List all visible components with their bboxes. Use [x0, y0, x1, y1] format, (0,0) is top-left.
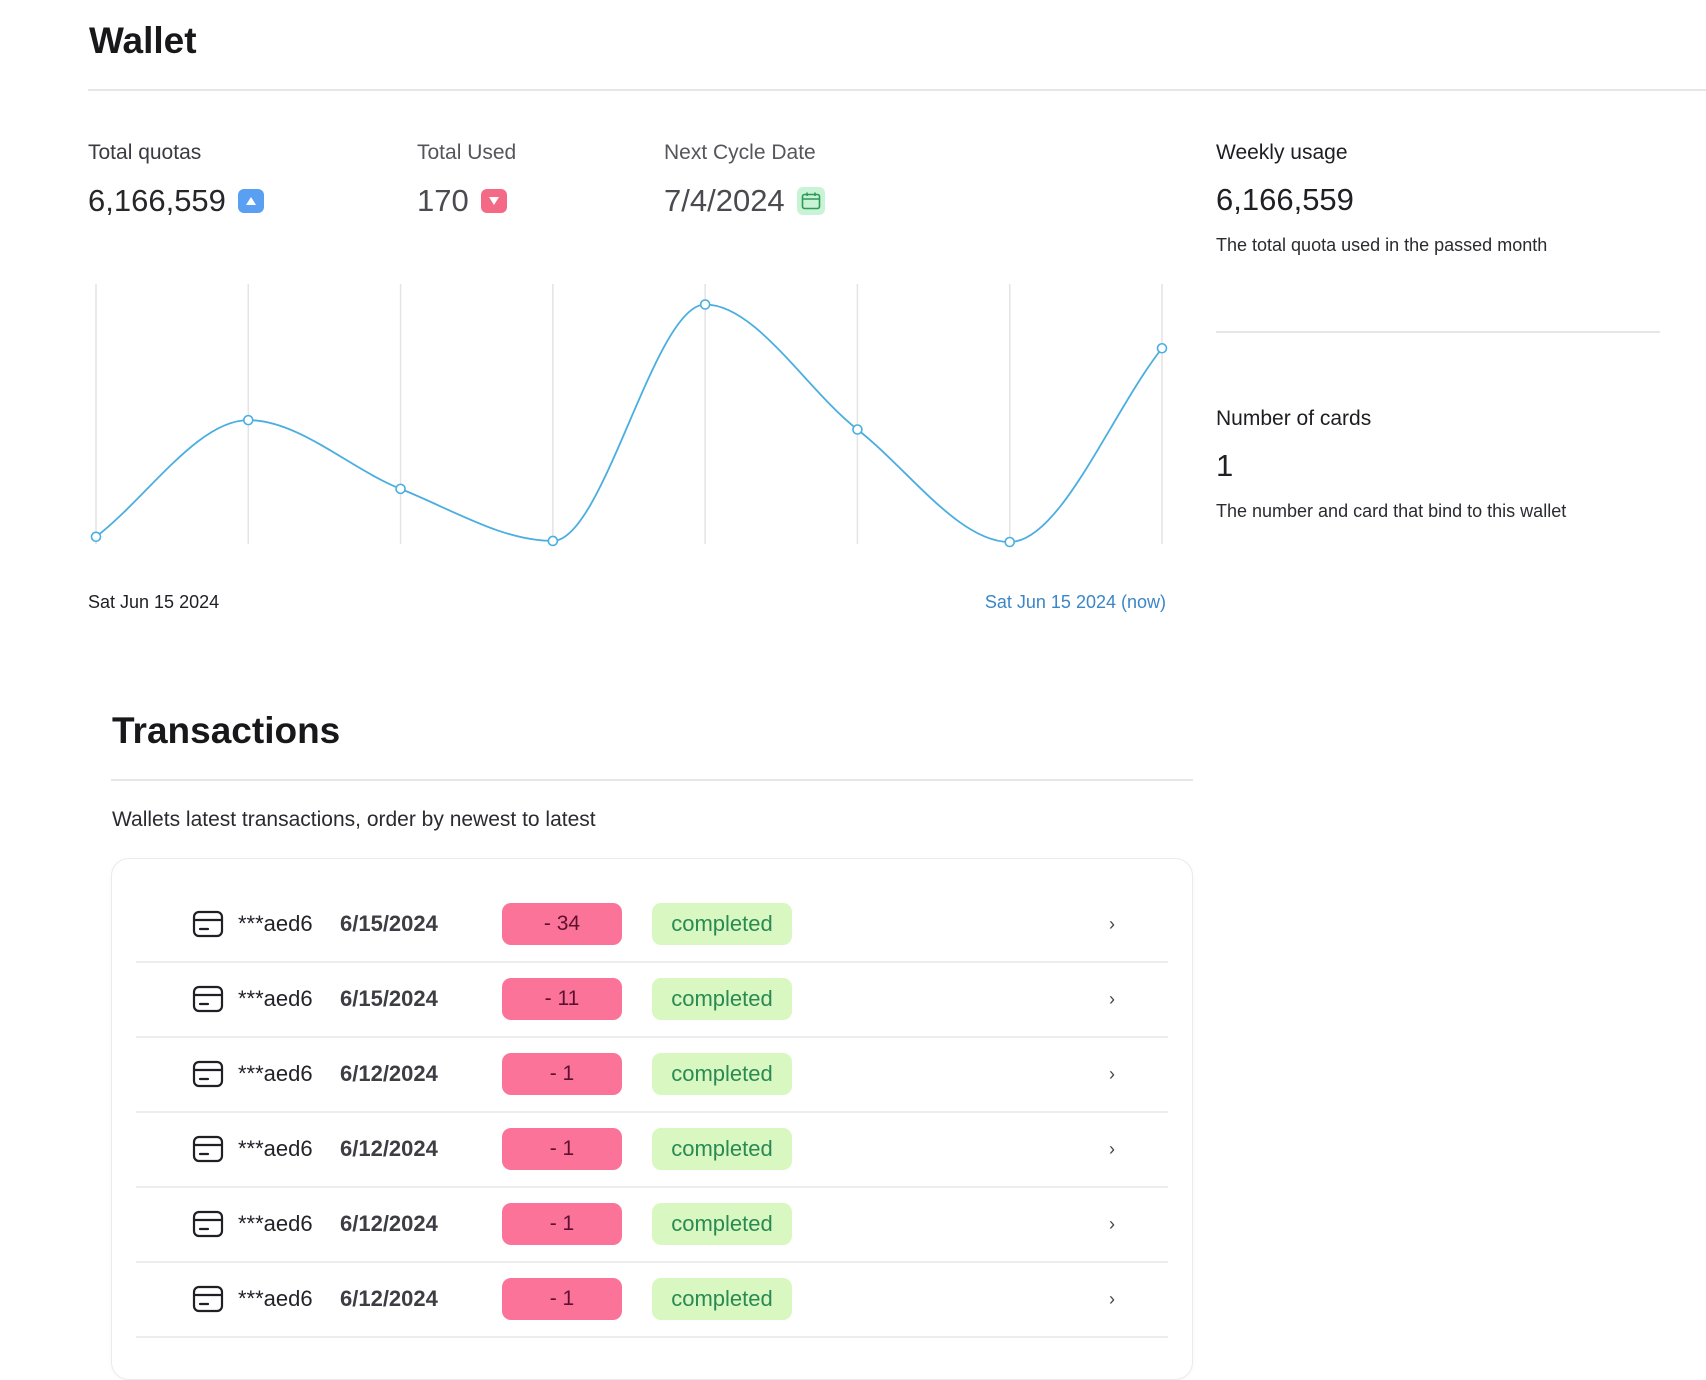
stat-next-cycle-date: Next Cycle Date 7/4/2024: [664, 141, 825, 219]
cards-count-description: The number and card that bind to this wa…: [1216, 501, 1567, 521]
stat-total-quotas: Total quotas 6,166,559: [88, 141, 264, 219]
transaction-date: 6/12/2024: [340, 1061, 438, 1086]
amount-badge: - 34: [502, 903, 622, 945]
cards-count-label: Number of cards: [1216, 407, 1372, 430]
chart-point: [852, 424, 863, 435]
credit-card-icon: [192, 910, 224, 938]
stat-value: 7/4/2024: [664, 183, 785, 218]
stat-value: 6,166,559: [88, 183, 226, 218]
stat-total-used: Total Used 170: [417, 141, 516, 219]
transaction-date: 6/12/2024: [340, 1286, 438, 1311]
weekly-usage-panel: Weekly usage 6,166,559 The total quota u…: [1216, 141, 1547, 256]
title-divider: [88, 89, 1706, 91]
weekly-usage-value: 6,166,559: [1216, 182, 1354, 217]
status-badge: completed: [652, 903, 792, 945]
chevron-right-icon[interactable]: ›: [1102, 1139, 1122, 1159]
chart-point: [242, 414, 254, 426]
amount-badge: - 1: [502, 1053, 622, 1095]
stat-label: Total Used: [417, 141, 517, 164]
amount-badge: - 1: [502, 1203, 622, 1245]
weekly-usage-description: The total quota used in the passed month: [1216, 235, 1548, 255]
cards-count-value: 1: [1216, 448, 1234, 483]
usage-chart: Sat Jun 15 2024 Sat Jun 15 2024 (now): [88, 284, 1168, 612]
status-badge: completed: [652, 1203, 792, 1245]
chart-x-end-label: Sat Jun 15 2024 (now): [985, 592, 1166, 612]
transactions-title: Transactions: [112, 710, 341, 751]
chevron-right-icon[interactable]: ›: [1102, 1289, 1122, 1309]
calendar-icon: [796, 187, 825, 215]
amount-badge: - 1: [502, 1278, 622, 1320]
stat-label: Total quotas: [88, 141, 202, 164]
status-badge: completed: [652, 978, 792, 1020]
transaction-row[interactable]: ***aed6 6/15/2024 - 11 completed ›: [136, 962, 1168, 1038]
card-number: ***aed6: [238, 1061, 313, 1086]
chart-point: [547, 535, 559, 547]
transaction-row[interactable]: ***aed6 6/12/2024 - 1 completed ›: [136, 1112, 1168, 1188]
transactions-subtitle: Wallets latest transactions, order by ne…: [112, 808, 596, 831]
chevron-right-icon[interactable]: ›: [1102, 1064, 1122, 1084]
cards-count-panel: Number of cards 1 The number and card th…: [1216, 407, 1566, 522]
weekly-usage-label: Weekly usage: [1216, 141, 1348, 164]
credit-card-icon: [192, 1135, 224, 1163]
transaction-date: 6/12/2024: [340, 1136, 438, 1161]
chart-x-start-label: Sat Jun 15 2024: [88, 592, 219, 612]
chart-series-line: [95, 303, 1163, 543]
card-number: ***aed6: [238, 1286, 313, 1311]
stat-value-row: 7/4/2024: [664, 183, 825, 219]
card-number: ***aed6: [238, 1136, 313, 1161]
credit-card-icon: [192, 1060, 224, 1088]
transactions-divider: [111, 779, 1193, 781]
chart-point: [1156, 342, 1168, 354]
card-number: ***aed6: [238, 1211, 313, 1236]
caret-up-icon: [237, 189, 264, 213]
chart-point: [699, 299, 711, 310]
stat-value-row: 170: [417, 183, 516, 219]
chart-point: [1004, 536, 1016, 548]
chevron-right-icon[interactable]: ›: [1102, 989, 1122, 1009]
status-badge: completed: [652, 1053, 792, 1095]
chart-point: [395, 483, 406, 495]
credit-card-icon: [192, 985, 224, 1013]
card-number: ***aed6: [238, 986, 313, 1011]
card-number: ***aed6: [238, 911, 313, 936]
side-divider: [1216, 331, 1660, 333]
credit-card-icon: [192, 1285, 224, 1313]
status-badge: completed: [652, 1278, 792, 1320]
caret-down-icon: [480, 189, 507, 213]
chevron-right-icon[interactable]: ›: [1102, 1214, 1122, 1234]
credit-card-icon: [192, 1210, 224, 1238]
transaction-date: 6/15/2024: [340, 986, 438, 1011]
stat-value: 170: [417, 183, 469, 218]
status-badge: completed: [652, 1128, 792, 1170]
transaction-row[interactable]: ***aed6 6/12/2024 - 1 completed ›: [136, 1037, 1168, 1113]
chart-grid: [95, 284, 1163, 544]
amount-badge: - 1: [502, 1128, 622, 1170]
amount-badge: - 11: [502, 978, 622, 1020]
transactions-list: ***aed6 6/15/2024 - 34 completed › ***ae…: [111, 858, 1193, 1380]
transaction-row[interactable]: ***aed6 6/15/2024 - 34 completed ›: [136, 887, 1168, 963]
transaction-row[interactable]: ***aed6 6/12/2024 - 1 completed ›: [136, 1187, 1168, 1263]
transaction-row[interactable]: ***aed6 6/12/2024 - 1 completed ›: [136, 1262, 1168, 1338]
transaction-date: 6/15/2024: [340, 911, 438, 936]
stat-value-row: 6,166,559: [88, 183, 264, 219]
transaction-date: 6/12/2024: [340, 1211, 438, 1236]
chart-point: [90, 531, 102, 543]
chevron-right-icon[interactable]: ›: [1102, 914, 1122, 934]
stat-label: Next Cycle Date: [664, 141, 816, 164]
page-title: Wallet: [89, 20, 197, 61]
